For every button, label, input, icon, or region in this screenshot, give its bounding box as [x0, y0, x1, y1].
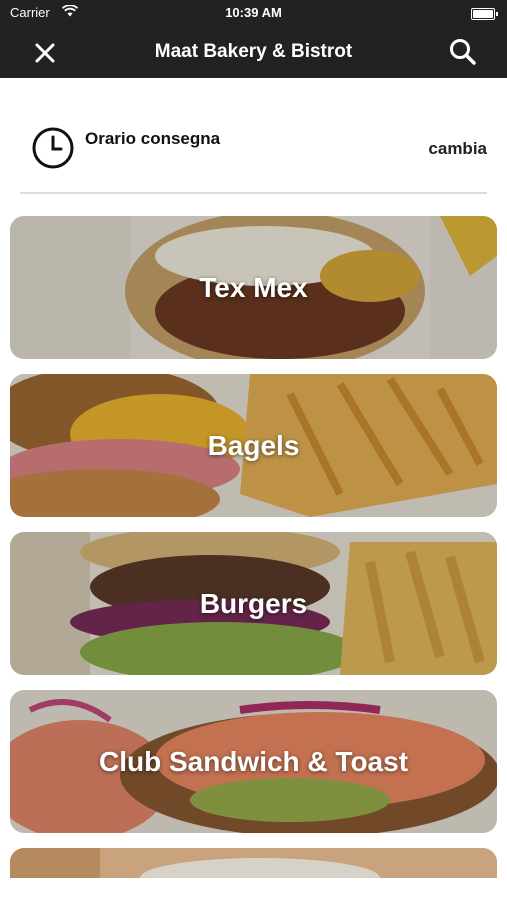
category-label: Burgers	[199, 587, 308, 619]
category-list: Tex Mex Bagels Burgers Club Sandwich & T…	[10, 216, 497, 893]
clock-icon	[32, 127, 74, 169]
page-title: Maat Bakery & Bistrot	[154, 41, 353, 62]
change-delivery-time-button[interactable]: cambia	[428, 139, 487, 159]
status-time: 10:39 AM	[225, 5, 282, 20]
category-card-club-sandwich-toast[interactable]: Club Sandwich & Toast	[10, 690, 497, 833]
category-card-burgers[interactable]: Burgers	[10, 532, 497, 675]
category-card-bagels[interactable]: Bagels	[10, 374, 497, 517]
search-icon[interactable]	[447, 36, 479, 68]
category-card-next[interactable]	[10, 848, 497, 878]
category-label: Club Sandwich & Toast	[98, 745, 409, 777]
app-header: Carrier 10:39 AM Maat Bakery & Bistrot	[0, 0, 507, 78]
delivery-time-row: Orario consegna cambia	[20, 112, 487, 194]
category-label: Tex Mex	[199, 271, 308, 303]
category-label: Bagels	[207, 429, 300, 461]
nav-bar: Maat Bakery & Bistrot	[0, 28, 507, 78]
status-bar: Carrier 10:39 AM	[0, 0, 507, 28]
delivery-time-label: Orario consegna	[85, 129, 221, 148]
next-category-image	[10, 848, 497, 878]
battery-icon	[471, 8, 498, 20]
category-card-tex-mex[interactable]: Tex Mex	[10, 216, 497, 359]
